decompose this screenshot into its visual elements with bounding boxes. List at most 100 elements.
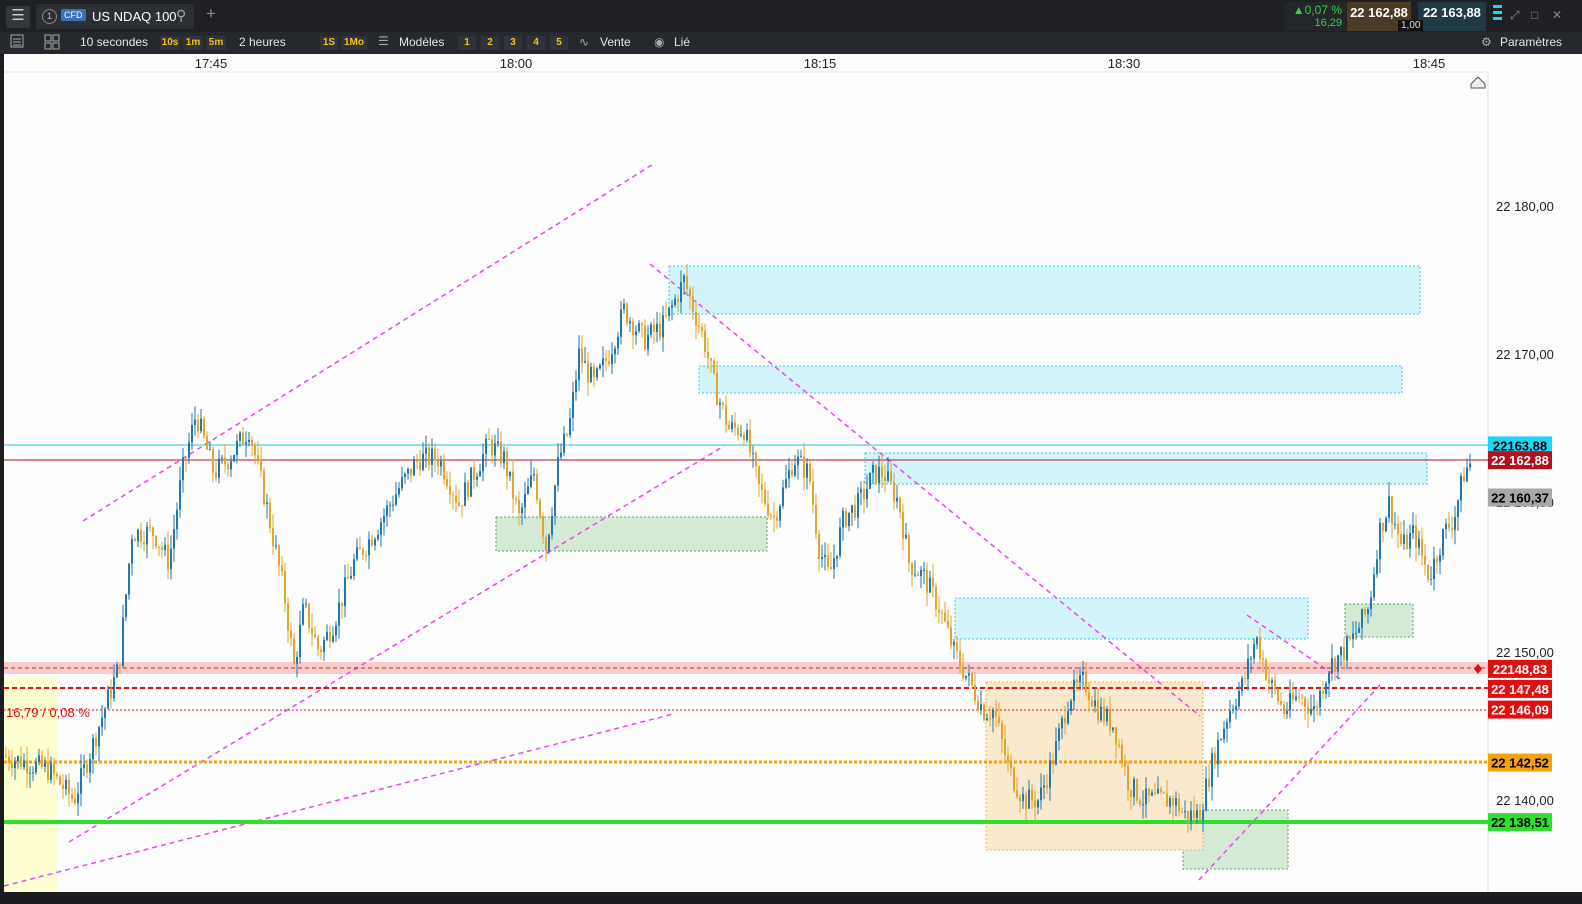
detach-icon[interactable]: ⤢ xyxy=(1510,8,1520,23)
candle-body xyxy=(1415,525,1417,548)
price-tag-label: 22 146,09 xyxy=(1491,703,1549,718)
candle-body xyxy=(983,704,985,721)
candle-body xyxy=(470,467,472,497)
candle-body xyxy=(362,549,364,556)
layout-4[interactable]: 4 xyxy=(527,36,545,50)
candle-body xyxy=(872,464,874,473)
candle-body xyxy=(956,641,958,652)
candle-body xyxy=(491,439,493,456)
candle-body xyxy=(674,298,676,305)
candle-body xyxy=(176,509,178,530)
chart-canvas[interactable]: 17:45 18:00 18:15 18:30 18:45 22 180,00 … xyxy=(3,54,1582,892)
candle-body xyxy=(368,539,370,556)
candle-body xyxy=(14,761,16,769)
chart-type-icon[interactable]: ∿ xyxy=(579,35,589,49)
candle-body xyxy=(545,536,547,552)
candle-body xyxy=(248,439,250,442)
candle-body xyxy=(86,764,88,773)
x-tick-label: 18:45 xyxy=(1413,56,1446,71)
candle-body xyxy=(305,603,307,605)
candle-body xyxy=(434,448,436,461)
candle-body xyxy=(1115,727,1117,745)
layout-1[interactable]: 1 xyxy=(458,36,476,50)
price-chart[interactable]: 17:45 18:00 18:15 18:30 18:45 22 180,00 … xyxy=(3,54,1582,892)
buy-price-button[interactable]: 22 163,88 xyxy=(1418,2,1486,31)
period-5m[interactable]: 5m xyxy=(206,36,226,50)
bottom-border xyxy=(0,892,1582,904)
candle-body xyxy=(278,545,280,566)
candle-body xyxy=(962,666,964,679)
candle-body xyxy=(1406,534,1408,549)
candle-body xyxy=(959,651,961,667)
candle-body xyxy=(692,296,694,312)
trend-line[interactable] xyxy=(649,263,1201,717)
candle-body xyxy=(1457,500,1459,518)
candle-body xyxy=(1220,739,1222,741)
candle-body xyxy=(245,442,247,445)
period-dropdown[interactable]: 10 secondes xyxy=(80,35,148,49)
candle-body xyxy=(227,464,229,470)
candle-body xyxy=(497,441,499,444)
instrument-tab[interactable]: 1 CFD US NDAQ 100 ⚲ xyxy=(36,4,194,29)
hamburger-icon[interactable]: ☰ xyxy=(6,6,30,28)
candle-body xyxy=(806,463,808,478)
settings-button[interactable]: Paramètres xyxy=(1500,35,1562,49)
candle-body xyxy=(1007,755,1009,762)
candle-body xyxy=(266,502,268,505)
y-tick-label: 22 180,00 xyxy=(1496,199,1554,214)
candle-body xyxy=(1325,683,1327,694)
candle-body xyxy=(1286,710,1288,714)
layout-3[interactable]: 3 xyxy=(504,36,522,50)
home-scroll-icon[interactable] xyxy=(1470,76,1486,89)
layout-grid-icon[interactable] xyxy=(44,34,60,53)
candle-body xyxy=(1310,709,1312,714)
candle-body xyxy=(1076,679,1078,683)
maximize-icon[interactable]: □ xyxy=(1531,8,1538,22)
price-tag-label: 22 160,37 xyxy=(1491,491,1549,506)
candle-body xyxy=(455,495,457,503)
search-icon[interactable]: ⚲ xyxy=(176,7,186,24)
close-icon[interactable]: ✕ xyxy=(1552,8,1562,22)
candle-body xyxy=(1352,633,1354,640)
period-10s[interactable]: 10s xyxy=(160,36,180,50)
eye-icon[interactable]: ◉ xyxy=(654,35,664,49)
candle-body xyxy=(293,638,295,664)
templates-button[interactable]: Modèles xyxy=(399,35,444,49)
candle-body xyxy=(1154,792,1156,794)
candle-body xyxy=(419,461,421,470)
candle-body xyxy=(1469,463,1471,468)
candle-body xyxy=(329,631,331,642)
candle-body xyxy=(758,466,760,484)
candle-body xyxy=(221,457,223,459)
layout-2[interactable]: 2 xyxy=(481,36,499,50)
candle-body xyxy=(1085,671,1087,693)
layout-5[interactable]: 5 xyxy=(550,36,568,50)
range-1s[interactable]: 1S xyxy=(320,36,338,50)
trend-line[interactable] xyxy=(3,713,674,887)
candle-body xyxy=(404,473,406,477)
candle-body xyxy=(860,489,862,493)
candle-body xyxy=(650,324,652,335)
sell-mode-button[interactable]: Vente xyxy=(600,35,631,49)
candle-body xyxy=(1217,739,1219,765)
list-icon[interactable] xyxy=(10,34,24,51)
candle-body xyxy=(41,755,43,767)
change-points: 16,29 xyxy=(1314,17,1342,29)
candle-body xyxy=(527,486,529,495)
range-dropdown[interactable]: 2 heures xyxy=(239,35,286,49)
linked-button[interactable]: Lié xyxy=(674,35,690,49)
candle-body xyxy=(518,499,520,513)
candle-body xyxy=(392,504,394,506)
candle-body xyxy=(188,442,190,458)
candle-body xyxy=(296,657,298,664)
candle-body xyxy=(83,764,85,769)
candle-body xyxy=(38,755,40,762)
templates-icon[interactable]: ☰ xyxy=(378,34,389,48)
candle-body xyxy=(1376,559,1378,575)
range-1mo[interactable]: 1Mo xyxy=(341,36,367,50)
add-tab-icon[interactable]: + xyxy=(206,4,216,24)
period-1m[interactable]: 1m xyxy=(183,36,203,50)
candle-body xyxy=(335,625,337,636)
gear-icon[interactable]: ⚙ xyxy=(1481,35,1492,49)
trend-line[interactable] xyxy=(82,162,656,522)
